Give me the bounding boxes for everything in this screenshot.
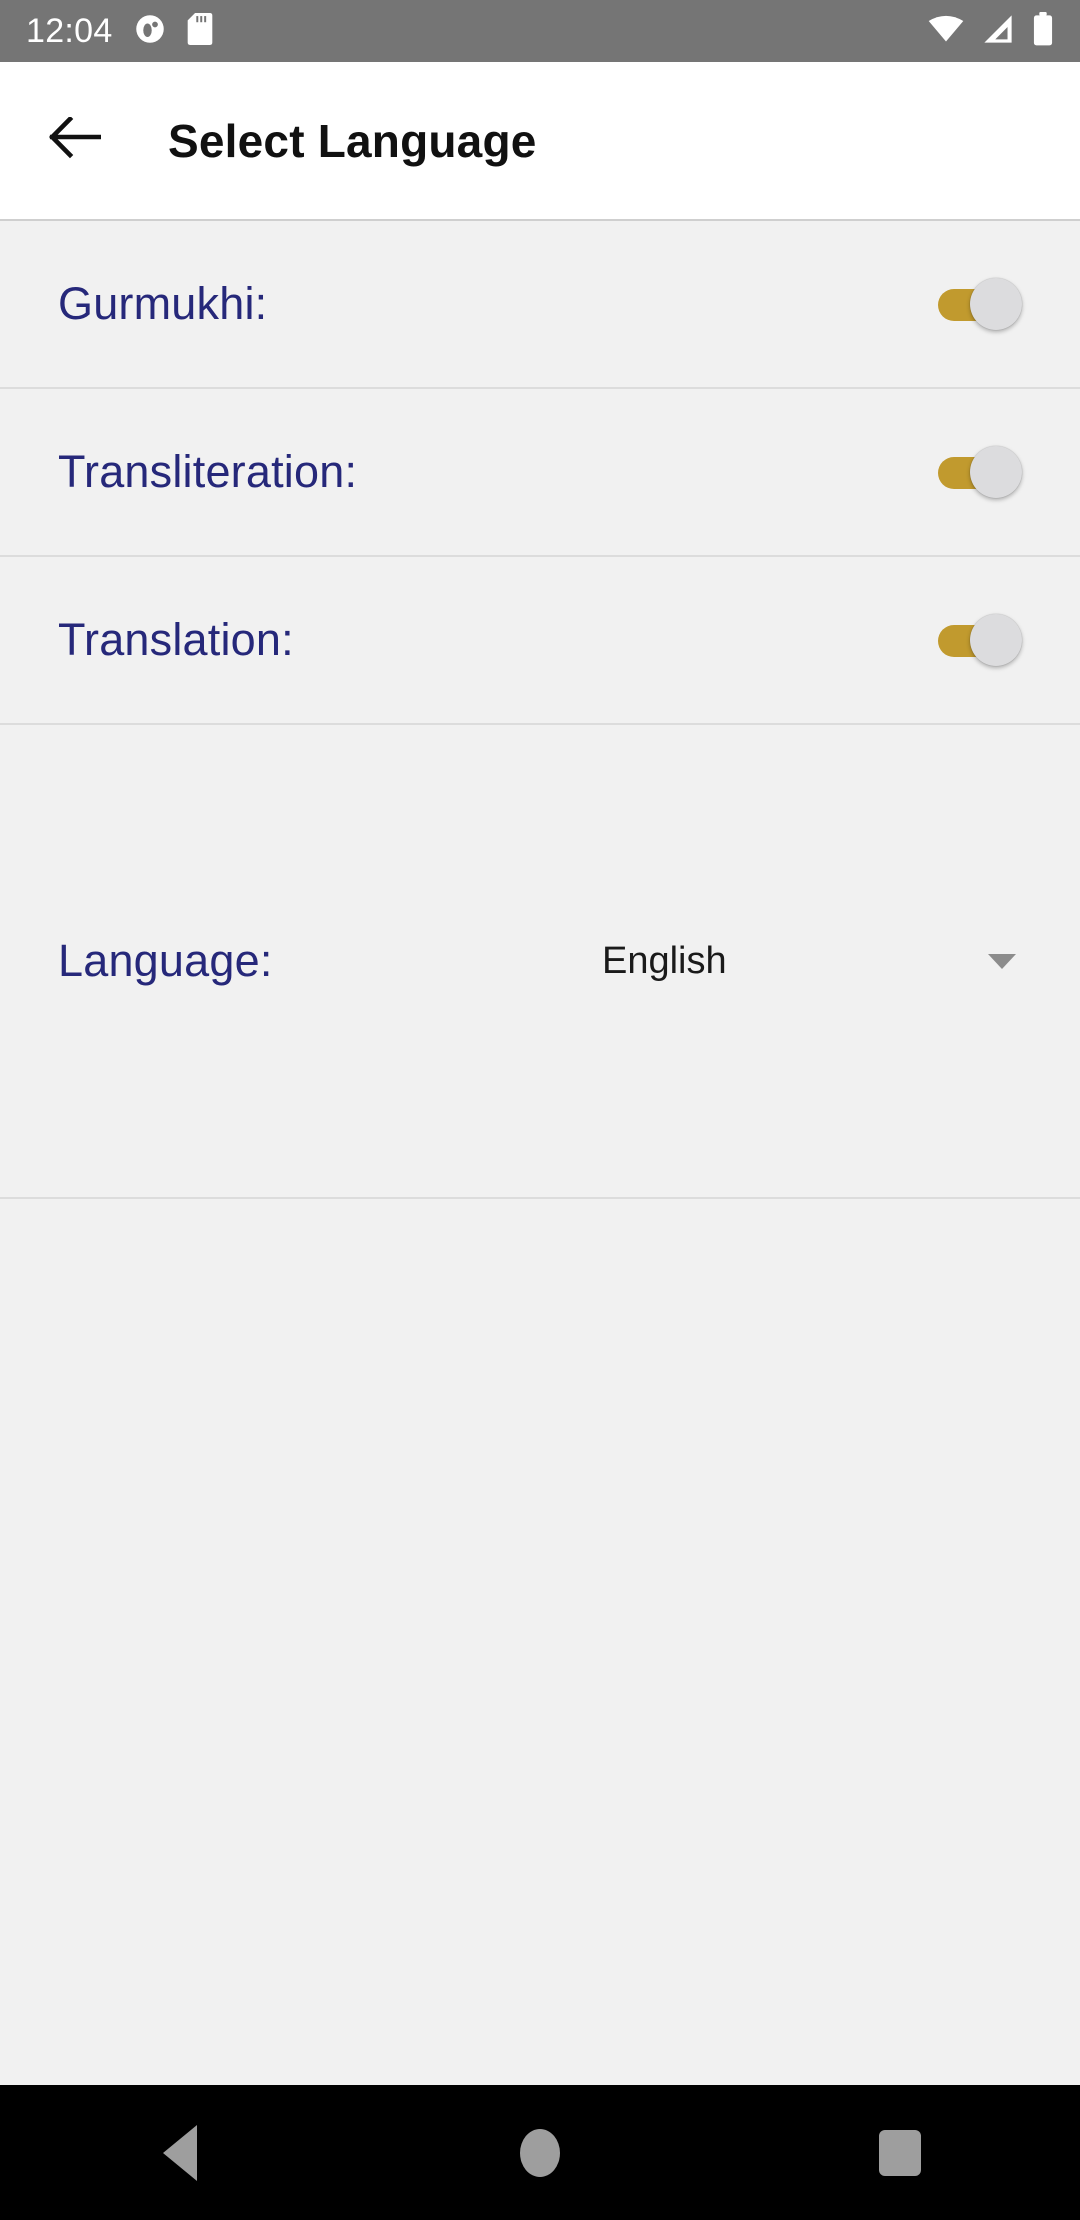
triangle-back-icon: [163, 2124, 197, 2181]
setting-label-transliteration: Transliteration:: [58, 446, 358, 497]
status-bar-clock: 12:04: [26, 11, 113, 50]
phone-screen: 12:04 Select Language Gurmukhi: Translit…: [0, 0, 1080, 2220]
language-dropdown[interactable]: English: [602, 940, 1022, 983]
toggle-switch-translation[interactable]: [938, 614, 1022, 666]
chevron-down-icon: [988, 953, 1016, 969]
switch-wrap-gurmukhi: [938, 278, 1022, 330]
switch-wrap-translation: [938, 614, 1022, 666]
switch-thumb: [970, 614, 1022, 666]
app-bar: Select Language: [0, 62, 1080, 221]
arrow-back-icon: [48, 115, 102, 164]
nav-recents-button[interactable]: [810, 2085, 990, 2220]
wifi-icon: [928, 14, 964, 49]
setting-row-translation[interactable]: Translation:: [0, 557, 1080, 725]
setting-row-transliteration[interactable]: Transliteration:: [0, 389, 1080, 557]
status-bar: 12:04: [0, 0, 1080, 62]
page-title: Select Language: [168, 114, 537, 167]
setting-label-gurmukhi: Gurmukhi:: [58, 278, 268, 329]
setting-row-language[interactable]: Language: English: [0, 725, 1080, 1199]
circle-home-icon: [520, 2128, 560, 2177]
back-button[interactable]: [30, 96, 120, 186]
sd-card-icon: [187, 12, 213, 50]
nav-home-button[interactable]: [450, 2085, 630, 2220]
toggle-switch-gurmukhi[interactable]: [938, 278, 1022, 330]
switch-thumb: [970, 446, 1022, 498]
switch-wrap-transliteration: [938, 446, 1022, 498]
app-notification-icon: [135, 14, 165, 49]
switch-thumb: [970, 278, 1022, 330]
setting-row-gurmukhi[interactable]: Gurmukhi:: [0, 221, 1080, 389]
toggle-switch-transliteration[interactable]: [938, 446, 1022, 498]
language-selected-value: English: [602, 939, 727, 982]
cellular-signal-icon: [981, 14, 1015, 49]
setting-label-language: Language:: [58, 935, 273, 986]
setting-label-translation: Translation:: [58, 614, 294, 665]
square-recents-icon: [879, 2129, 921, 2176]
android-navigation-bar: [0, 2085, 1080, 2220]
settings-list: Gurmukhi: Transliteration: Translation:: [0, 221, 1080, 1199]
battery-icon: [1032, 11, 1054, 51]
nav-back-button[interactable]: [90, 2085, 270, 2220]
status-bar-right: [928, 11, 1054, 51]
status-bar-left: 12:04: [26, 12, 928, 51]
